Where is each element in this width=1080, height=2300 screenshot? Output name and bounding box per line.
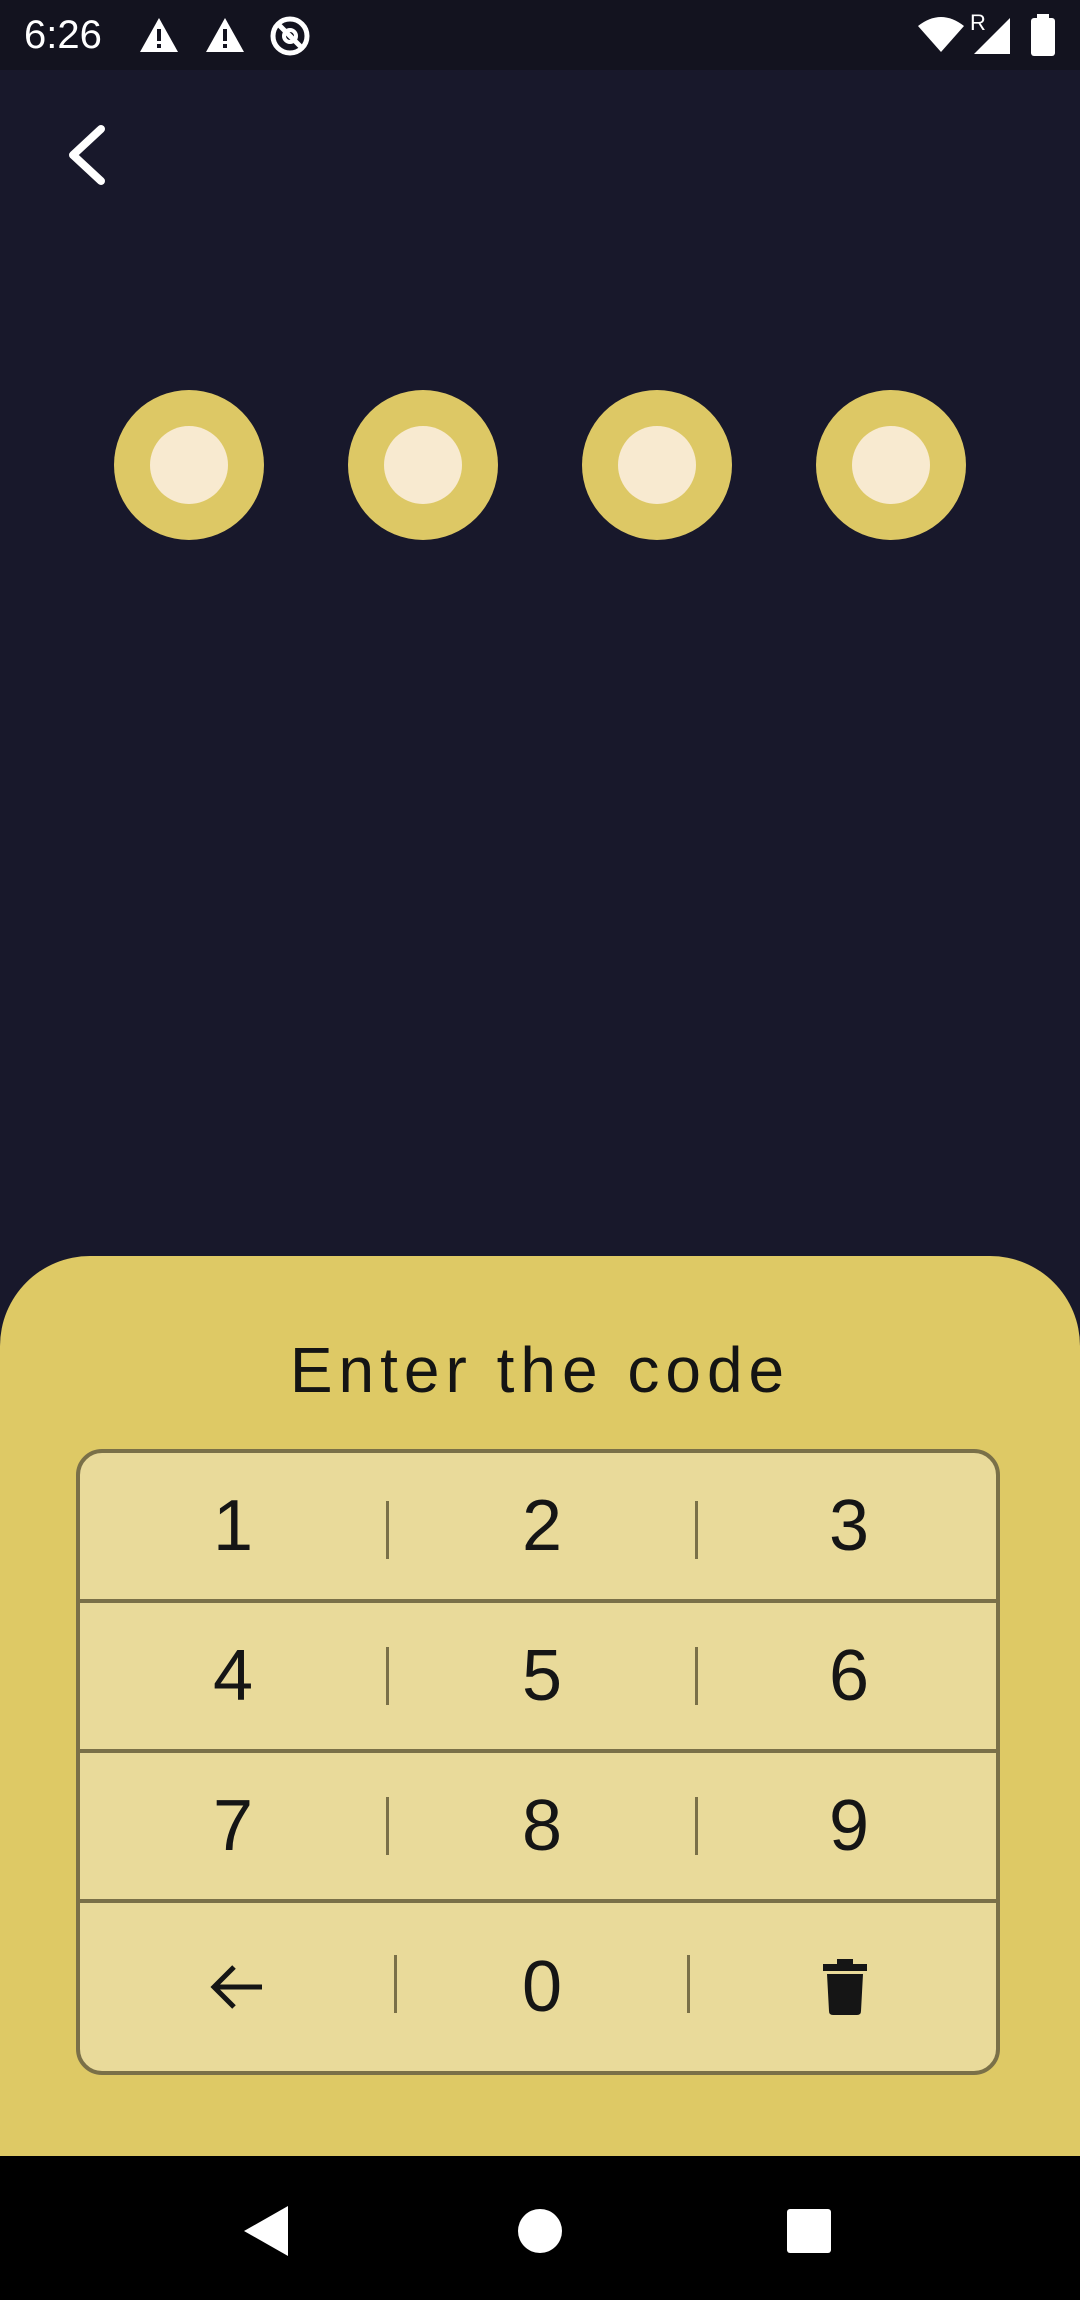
key-4[interactable]: 4 (80, 1603, 386, 1749)
arrow-left-icon (210, 1965, 262, 2009)
key-3[interactable]: 3 (698, 1453, 996, 1599)
battery-icon (1031, 14, 1055, 56)
system-nav-bar (0, 2156, 1080, 2300)
back-button[interactable] (50, 115, 120, 195)
pin-dot-4 (816, 390, 966, 540)
key-2[interactable]: 2 (389, 1453, 695, 1599)
key-6[interactable]: 6 (698, 1603, 996, 1749)
status-time: 6:26 (24, 13, 102, 57)
pin-indicator (0, 390, 1080, 540)
home-circle-icon[interactable] (505, 2196, 575, 2266)
pin-dot-1 (114, 390, 264, 540)
keypad-row-4: 0 (80, 1903, 996, 2071)
keypad: 1 2 3 4 5 6 7 8 9 0 (76, 1449, 1000, 2075)
pin-dot-3 (582, 390, 732, 540)
pin-dot-2 (348, 390, 498, 540)
key-7[interactable]: 7 (80, 1753, 386, 1899)
trash-icon (823, 1959, 867, 2015)
signal-icon (974, 18, 1010, 54)
keypad-row-3: 7 8 9 (80, 1753, 996, 1903)
clear-button[interactable] (690, 1903, 996, 2071)
back-triangle-icon[interactable] (232, 2196, 302, 2266)
chevron-left-icon (69, 125, 105, 185)
key-9[interactable]: 9 (698, 1753, 996, 1899)
recents-square-icon[interactable] (774, 2196, 844, 2266)
key-0[interactable]: 0 (397, 1903, 687, 2071)
warning-icon (140, 18, 178, 52)
keypad-row-1: 1 2 3 (80, 1453, 996, 1603)
status-bar: 6:26 R (0, 0, 1080, 70)
key-8[interactable]: 8 (389, 1753, 695, 1899)
warning-icon (206, 18, 244, 52)
keypad-row-2: 4 5 6 (80, 1603, 996, 1753)
key-5[interactable]: 5 (389, 1603, 695, 1749)
backspace-button[interactable] (80, 1903, 394, 2071)
key-1[interactable]: 1 (80, 1453, 386, 1599)
data-saver-icon (270, 16, 310, 56)
sheet-title: Enter the code (289, 1334, 791, 1406)
wifi-icon (918, 17, 964, 52)
